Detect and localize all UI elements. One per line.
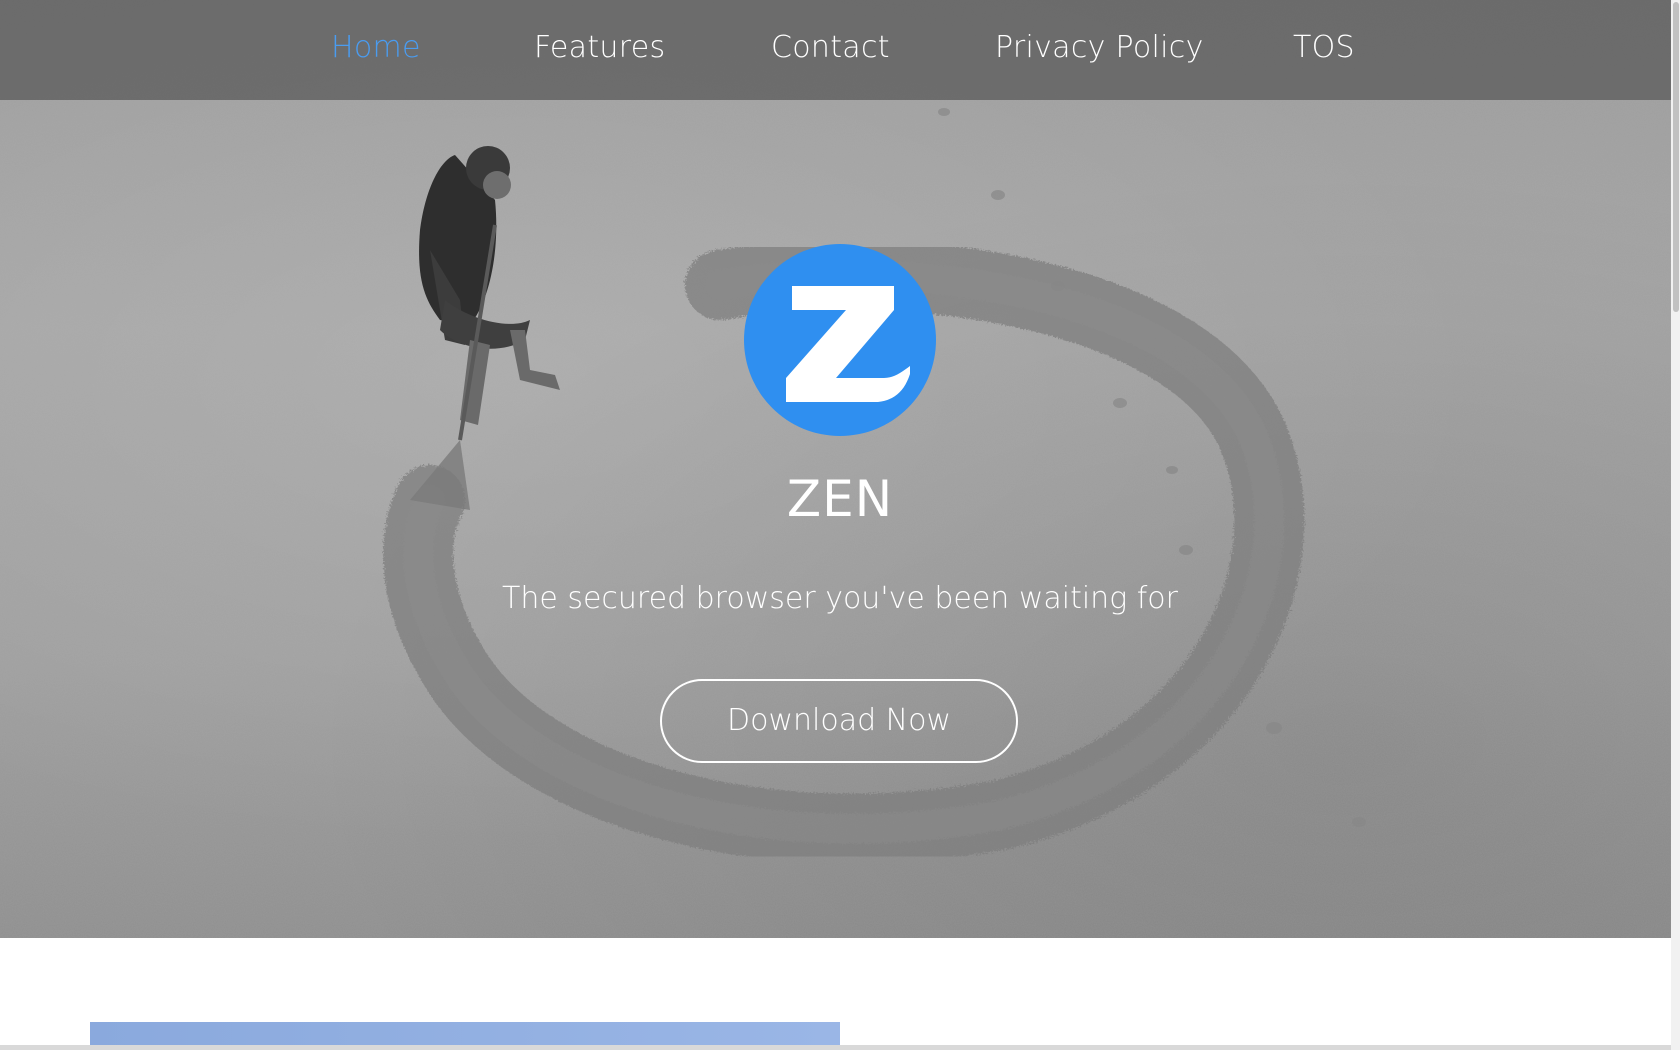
bottom-divider [0, 1045, 1671, 1050]
section-banner [90, 1022, 840, 1046]
top-navbar: Home Features Contact Privacy Policy TOS [0, 0, 1680, 100]
nav-contact-link[interactable]: Contact [771, 30, 890, 65]
nav-home-link[interactable]: Home [331, 30, 421, 65]
hero-background-image [0, 0, 1680, 938]
nav-tos-link[interactable]: TOS [1293, 30, 1355, 65]
page: Home Features Contact Privacy Policy TOS… [0, 0, 1680, 1050]
nav-features-link[interactable]: Features [534, 30, 665, 65]
hero-tagline: The secured browser you've been waiting … [502, 581, 1178, 616]
brand-name: ZEN [786, 470, 894, 528]
nav-privacy-policy-link[interactable]: Privacy Policy [995, 30, 1204, 65]
zen-logo-icon [744, 244, 936, 436]
scrollbar-thumb[interactable] [1673, 2, 1679, 312]
download-now-button[interactable]: Download Now [660, 679, 1018, 763]
hero-section [0, 0, 1680, 938]
